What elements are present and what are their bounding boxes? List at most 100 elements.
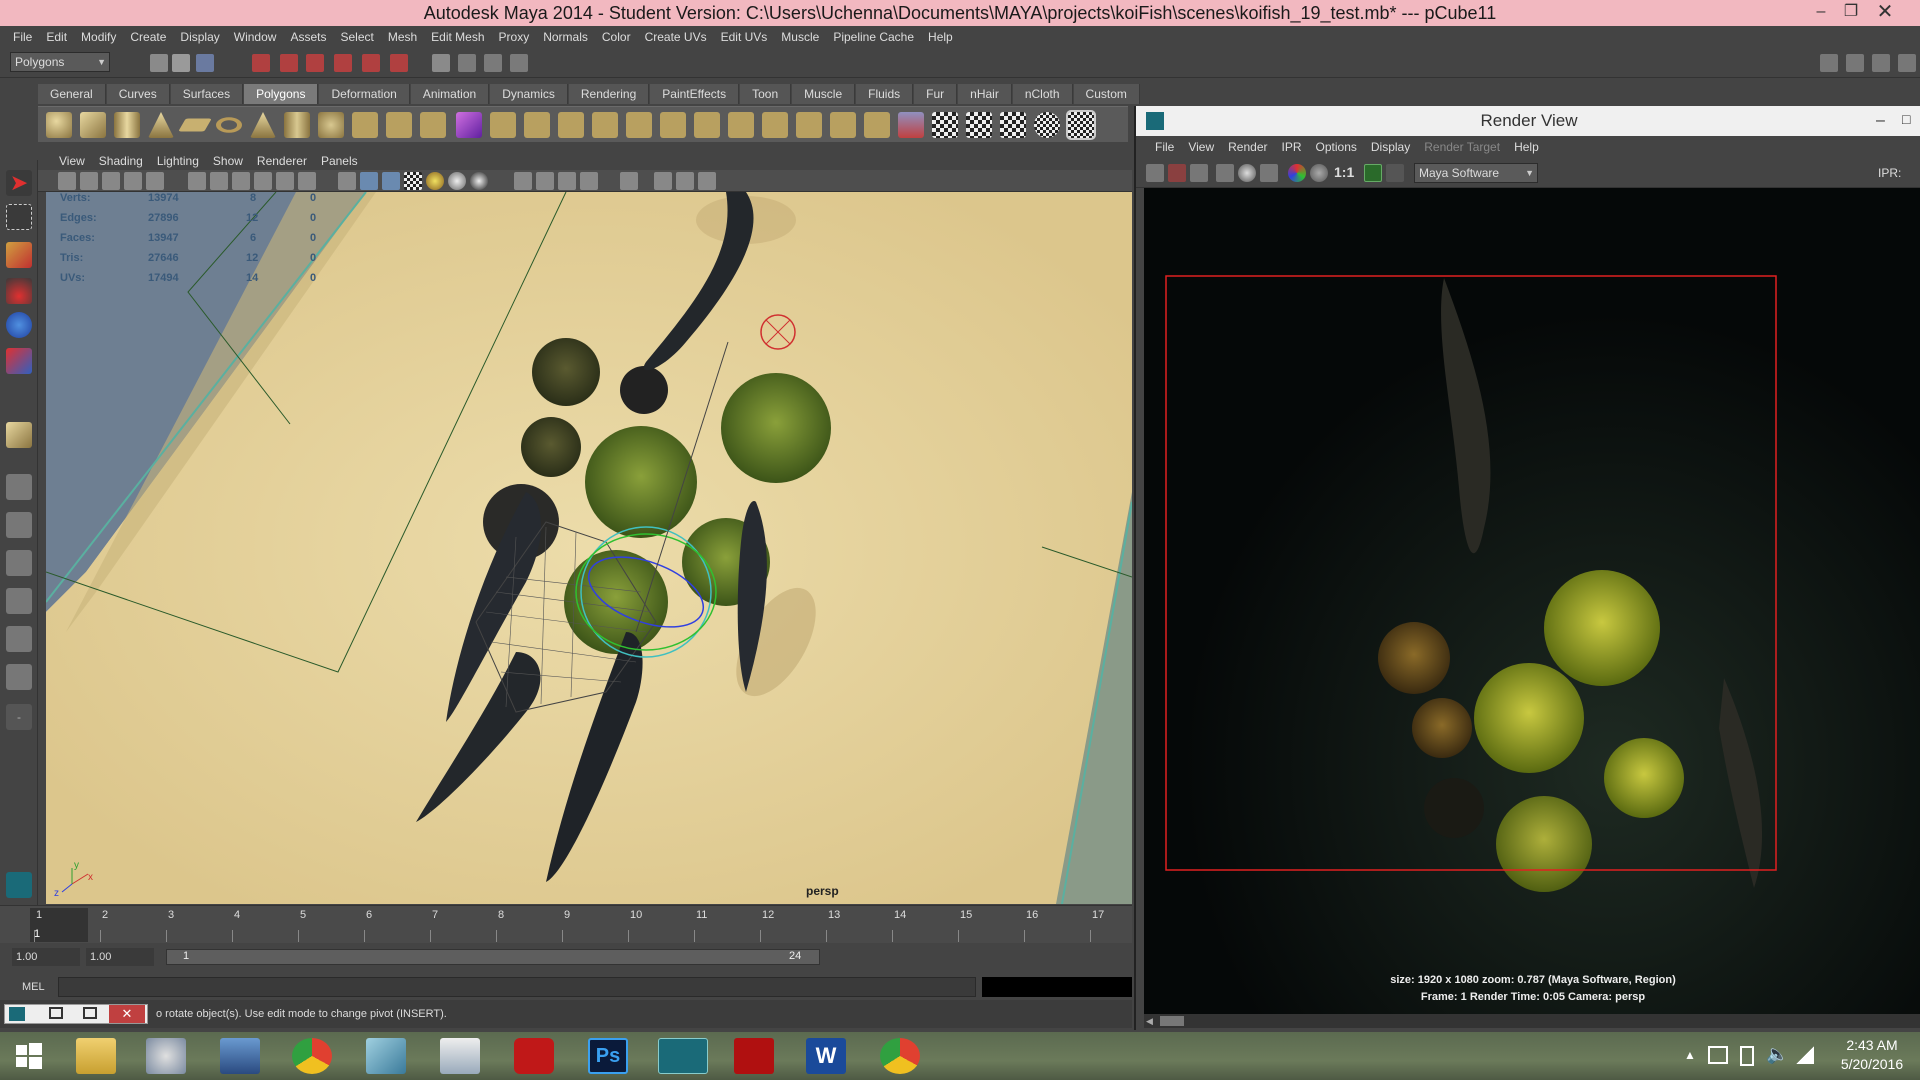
poly-plane-icon[interactable] [178, 118, 212, 132]
minimize-icon[interactable]: – [1876, 106, 1885, 136]
tab-general[interactable]: General [38, 84, 106, 104]
rv-menu-render[interactable]: Render [1221, 140, 1274, 154]
vp-menu-shading[interactable]: Shading [92, 154, 150, 168]
window-restore-icon[interactable] [49, 1007, 63, 1019]
ipr-icon[interactable] [1216, 164, 1234, 182]
tab-fluids[interactable]: Fluids [856, 84, 914, 104]
camera-select-icon[interactable] [58, 172, 76, 190]
menu-create-uvs[interactable]: Create UVs [638, 30, 714, 44]
tab-muscle[interactable]: Muscle [792, 84, 856, 104]
tab-curves[interactable]: Curves [106, 84, 170, 104]
windows-start-icon[interactable] [8, 1038, 50, 1074]
maya-taskbar-icon[interactable] [658, 1038, 708, 1074]
planar-map-icon[interactable] [762, 112, 788, 138]
render-frame-icon[interactable] [458, 54, 476, 72]
render-view-scrollbar[interactable]: ◀ [1144, 1014, 1920, 1028]
lasso-tool-icon[interactable] [6, 204, 32, 230]
shadows-icon[interactable] [448, 172, 466, 190]
mel-label[interactable]: MEL [22, 981, 45, 993]
tab-surfaces[interactable]: Surfaces [170, 84, 244, 104]
cylindrical-map-icon[interactable] [796, 112, 822, 138]
combine-icon[interactable] [352, 112, 378, 138]
paint-icon[interactable] [146, 1038, 186, 1074]
snap-curve-icon[interactable] [306, 54, 324, 72]
vp-menu-panels[interactable]: Panels [314, 154, 365, 168]
battery-icon[interactable] [1740, 1046, 1754, 1066]
menu-edit-uvs[interactable]: Edit UVs [714, 30, 775, 44]
wireframe-icon[interactable] [338, 172, 356, 190]
poly-sphere-icon[interactable] [46, 112, 72, 138]
snap-point-icon[interactable] [334, 54, 352, 72]
channel-box-icon[interactable] [1898, 54, 1916, 72]
film-gate-icon[interactable] [210, 172, 228, 190]
poly-soccer-icon[interactable] [318, 112, 344, 138]
bookmark-icon[interactable] [102, 172, 120, 190]
menu-muscle[interactable]: Muscle [774, 30, 826, 44]
snapshot-icon[interactable] [1190, 164, 1208, 182]
menu-create[interactable]: Create [123, 30, 173, 44]
gate-mask-icon[interactable] [254, 172, 272, 190]
checker-icon[interactable] [932, 112, 958, 138]
wireframe-on-shaded-icon[interactable] [382, 172, 400, 190]
wordpad-icon[interactable] [440, 1038, 480, 1074]
persp-graph-icon[interactable] [6, 588, 32, 614]
range-bar[interactable]: 1 24 [166, 949, 820, 965]
menu-normals[interactable]: Normals [536, 30, 595, 44]
image-plane-icon[interactable] [124, 172, 142, 190]
checker-layout-icon[interactable] [1000, 112, 1026, 138]
menu-display[interactable]: Display [173, 30, 226, 44]
persp-hypershade-icon[interactable] [6, 626, 32, 652]
checker-sphere-icon[interactable] [1034, 112, 1060, 138]
uv-editor-icon[interactable] [864, 112, 890, 138]
extrude-icon[interactable] [490, 112, 516, 138]
camera-attributes-icon[interactable] [80, 172, 98, 190]
paint-select-icon[interactable] [6, 242, 32, 268]
open-scene-icon[interactable] [150, 54, 168, 72]
maximize-icon[interactable]: □ [1902, 104, 1910, 134]
split-polygon-icon[interactable] [592, 112, 618, 138]
ipr-render-icon[interactable] [484, 54, 502, 72]
magnet-icon[interactable] [252, 54, 270, 72]
real-size-button[interactable]: 1:1 [1334, 164, 1354, 180]
renderer-selector[interactable]: Maya Software ▼ [1414, 163, 1538, 183]
move-tool-icon[interactable] [6, 278, 32, 304]
automatic-map-icon[interactable] [830, 112, 856, 138]
persp-viewport[interactable]: Verts: 13974 8 0 Edges: 27896 12 0 Faces: 13947… [46, 192, 1132, 904]
safe-action-icon[interactable] [298, 172, 316, 190]
select-tool-icon[interactable]: ➤ [6, 170, 32, 196]
single-pane-icon[interactable] [6, 474, 32, 500]
tab-dynamics[interactable]: Dynamics [490, 84, 568, 104]
xray-joints-icon[interactable] [558, 172, 576, 190]
photoshop-icon[interactable]: Ps [588, 1038, 628, 1074]
rv-menu-file[interactable]: File [1148, 140, 1181, 154]
attribute-editor-icon[interactable] [1846, 54, 1864, 72]
menu-edit[interactable]: Edit [39, 30, 74, 44]
poly-cube-icon[interactable] [80, 112, 106, 138]
last-tool-icon[interactable] [6, 422, 32, 448]
action-center-icon[interactable] [1708, 1046, 1728, 1064]
render-image[interactable]: size: 1920 x 1080 zoom: 0.787 (Maya Soft… [1144, 188, 1920, 1014]
rv-menu-display[interactable]: Display [1364, 140, 1417, 154]
clock[interactable]: 2:43 AM 5/20/2016 [1830, 1036, 1914, 1074]
paint-tool-icon[interactable] [898, 112, 924, 138]
menu-color[interactable]: Color [595, 30, 638, 44]
menu-proxy[interactable]: Proxy [492, 30, 537, 44]
time-slider[interactable]: 1 2 3 4 5 6 7 8 9 10 11 12 13 14 15 16 17 1 [0, 905, 1132, 943]
menu-mesh[interactable]: Mesh [381, 30, 424, 44]
xray-components-icon[interactable] [580, 172, 598, 190]
view-cube-icon[interactable] [654, 172, 672, 190]
animation-start-field[interactable]: 1.00 [12, 948, 80, 966]
minimize-icon[interactable]: – [1806, 0, 1836, 26]
redo-render-icon[interactable] [1146, 164, 1164, 182]
smooth-shade-icon[interactable] [360, 172, 378, 190]
share-icon[interactable] [698, 172, 716, 190]
tab-nhair[interactable]: nHair [958, 84, 1012, 104]
vp-menu-view[interactable]: View [52, 154, 92, 168]
use-lights-icon[interactable] [426, 172, 444, 190]
tab-painteffects[interactable]: PaintEffects [650, 84, 740, 104]
tab-ncloth[interactable]: nCloth [1012, 84, 1073, 104]
rgb-channels-icon[interactable] [1288, 164, 1306, 182]
bevel-icon[interactable] [694, 112, 720, 138]
tab-fur[interactable]: Fur [914, 84, 958, 104]
remote-desktop-icon[interactable] [220, 1038, 260, 1074]
